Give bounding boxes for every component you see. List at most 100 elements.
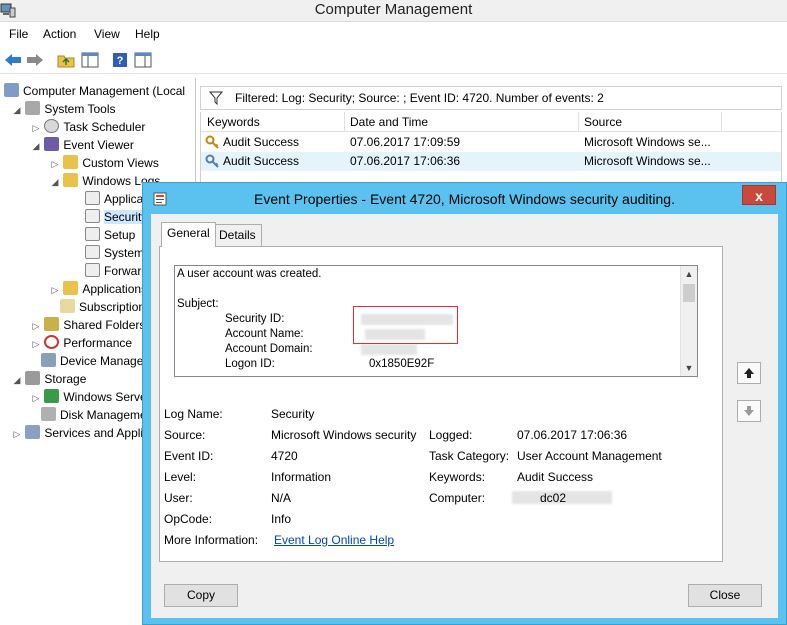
table-row[interactable]: Audit Success 07.06.2017 17:09:59 Micros… — [201, 133, 781, 152]
expand-toggle-icon[interactable]: ◢ — [31, 137, 41, 155]
scroll-thumb[interactable] — [683, 284, 695, 302]
opcode-value: Info — [271, 512, 292, 526]
tree-item-subscriptions[interactable]: Subscriptions — [60, 298, 151, 316]
shared-folder-icon — [44, 317, 60, 331]
event-description-box[interactable]: A user account was created. Subject: Sec… — [174, 265, 698, 377]
filter-text: Filtered: Log: Security; Source: ; Event… — [235, 91, 604, 105]
event-list: Keywords Date and Time Source Audit Succ… — [200, 112, 782, 184]
column-header-keywords[interactable]: Keywords — [207, 115, 260, 129]
expand-toggle-icon[interactable]: ▷ — [12, 425, 22, 443]
tree-item-computer-management[interactable]: Computer Management (Local — [4, 82, 185, 100]
event-viewer-icon — [44, 137, 60, 151]
expand-toggle-icon[interactable]: ◢ — [50, 173, 60, 191]
column-header-date-time[interactable]: Date and Time — [350, 115, 428, 129]
dialog-titlebar[interactable]: Event Properties - Event 4720, Microsoft… — [143, 183, 786, 215]
event-log-online-help-link[interactable]: Event Log Online Help — [274, 533, 394, 547]
logged-label: Logged: — [429, 428, 473, 442]
forward-button[interactable] — [24, 49, 46, 71]
tree-item-device-manager[interactable]: Device Manager — [41, 352, 147, 370]
tree-item-performance[interactable]: ▷ Performance — [31, 334, 132, 352]
expand-toggle-icon[interactable]: ◢ — [12, 371, 22, 389]
clock-icon — [44, 119, 60, 133]
security-id-label: Security ID: — [225, 313, 285, 325]
tree-item-system-tools[interactable]: ◢ System Tools — [12, 100, 115, 118]
device-manager-icon — [41, 353, 56, 367]
arrow-up-icon — [744, 368, 754, 378]
copy-button[interactable]: Copy — [164, 584, 238, 607]
menu-action[interactable]: Action — [43, 27, 76, 41]
expand-toggle-icon[interactable]: ▷ — [31, 389, 41, 407]
menu-file[interactable]: File — [9, 27, 28, 41]
folder-icon — [63, 155, 79, 169]
close-button[interactable]: Close — [688, 584, 762, 607]
toolbar: ? — [0, 46, 787, 74]
expand-toggle-icon[interactable]: ◢ — [12, 101, 22, 119]
log-icon — [85, 191, 100, 205]
tree-item-shared-folders[interactable]: ▷ Shared Folders — [31, 316, 145, 334]
tree-item-custom-views[interactable]: ▷ Custom Views — [50, 154, 159, 172]
tree-item-security[interactable]: Security — [85, 208, 148, 226]
previous-event-button[interactable] — [737, 362, 761, 384]
tab-details[interactable]: Details — [213, 224, 262, 246]
expand-toggle-icon[interactable]: ▷ — [50, 281, 60, 299]
log-icon — [85, 245, 100, 259]
menu-view[interactable]: View — [94, 27, 120, 41]
description-subject: Subject: — [177, 298, 219, 310]
row-datetime: 07.06.2017 17:06:36 — [350, 154, 461, 168]
expand-toggle-icon[interactable]: ▷ — [31, 317, 41, 335]
console-tree-icon — [81, 52, 99, 68]
back-arrow-icon — [5, 54, 21, 66]
backup-icon — [44, 389, 60, 403]
folder-icon — [63, 281, 79, 295]
description-scrollbar[interactable]: ▲ ▼ — [680, 266, 697, 376]
event-id-label: Event ID: — [164, 449, 214, 463]
show-hide-action-pane-button[interactable] — [132, 49, 154, 71]
log-icon — [85, 263, 100, 277]
user-label: User: — [164, 491, 193, 505]
scroll-up-icon[interactable]: ▲ — [681, 266, 697, 282]
list-header: Keywords Date and Time Source — [201, 112, 781, 132]
folder-icon — [63, 173, 79, 187]
source-label: Source: — [164, 428, 206, 442]
help-button[interactable]: ? — [109, 49, 131, 71]
dialog-close-button[interactable]: x — [742, 185, 776, 205]
window-title: Computer Management — [314, 1, 473, 18]
general-tab-panel: A user account was created. Subject: Sec… — [159, 246, 723, 562]
back-button[interactable] — [2, 49, 24, 71]
tree-item-disk-management[interactable]: Disk Management — [41, 406, 157, 424]
task-category-label: Task Category: — [429, 449, 510, 463]
menu-help[interactable]: Help — [135, 27, 160, 41]
logged-value: 07.06.2017 17:06:36 — [517, 428, 628, 442]
row-source: Microsoft Windows se... — [584, 154, 711, 168]
log-icon — [85, 227, 100, 241]
next-event-button[interactable] — [737, 400, 761, 422]
description-line: A user account was created. — [177, 268, 322, 280]
user-value: N/A — [271, 491, 292, 505]
computer-label: Computer: — [429, 491, 486, 505]
tree-item-task-scheduler[interactable]: ▷ Task Scheduler — [31, 118, 145, 136]
scroll-down-icon[interactable]: ▼ — [681, 360, 697, 376]
tree-item-storage[interactable]: ◢ Storage — [12, 370, 86, 388]
dialog-title: Event Properties - Event 4720, Microsoft… — [254, 191, 675, 207]
event-properties-dialog: Event Properties - Event 4720, Microsoft… — [142, 182, 787, 625]
opcode-label: OpCode: — [164, 512, 213, 526]
key-icon — [205, 154, 219, 168]
tree-item-setup[interactable]: Setup — [85, 226, 135, 244]
expand-toggle-icon[interactable]: ▷ — [31, 335, 41, 353]
column-header-source[interactable]: Source — [584, 115, 622, 129]
show-hide-console-tree-button[interactable] — [79, 49, 101, 71]
table-row[interactable]: Audit Success 07.06.2017 17:06:36 Micros… — [201, 152, 781, 171]
disk-icon — [41, 407, 56, 421]
tab-general[interactable]: General — [161, 222, 216, 247]
up-folder-button[interactable] — [55, 49, 77, 71]
key-icon — [205, 135, 219, 149]
computer-value: dc02 — [540, 491, 567, 505]
tree-item-event-viewer[interactable]: ◢ Event Viewer — [31, 136, 134, 154]
expand-toggle-icon[interactable]: ▷ — [50, 155, 60, 173]
event-id-value: 4720 — [271, 449, 298, 463]
folder-up-icon — [57, 55, 75, 68]
svg-text:?: ? — [117, 55, 124, 67]
tree-item-system[interactable]: System — [85, 244, 144, 262]
tools-icon — [25, 101, 41, 115]
expand-toggle-icon[interactable]: ▷ — [31, 119, 41, 137]
